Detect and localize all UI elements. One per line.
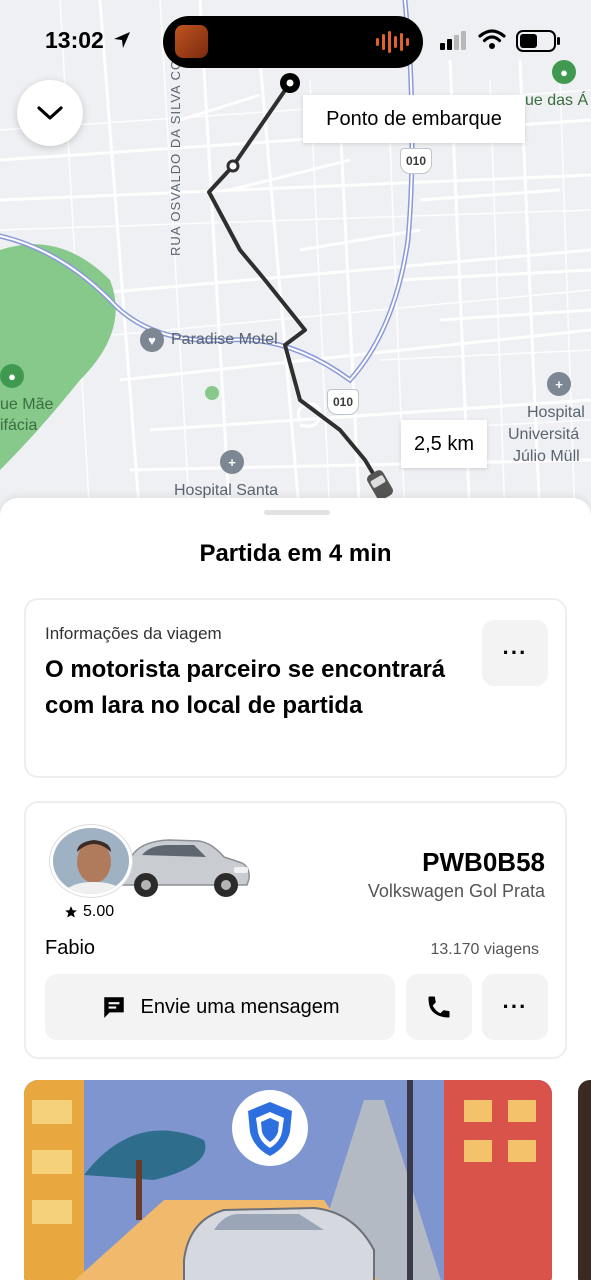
license-plate: PWB0B58 [422,847,545,877]
place-label: ue Mãe [0,396,54,413]
pickup-callout[interactable]: Ponto de embarque [303,95,525,143]
status-bar: 13:02 [0,0,591,80]
safety-illustration [24,1080,552,1280]
now-playing-artwork [175,25,208,58]
status-time: 13:02 [45,27,104,53]
send-message-button[interactable]: Envie uma mensagem [45,974,395,1040]
chevron-down-icon [37,106,63,120]
departure-title: Partida em 4 min [199,540,392,567]
map-view[interactable]: RUA OSVALDO DA SILVA CORREA 010 010 ♥ Pa… [0,0,591,520]
car-image [114,823,252,907]
message-icon [103,997,124,1018]
place-label: ue das Á [525,92,589,109]
driver-avatar[interactable] [50,825,132,897]
hospital-icon[interactable]: + [220,450,244,474]
sheet-grabber[interactable] [264,510,330,515]
next-promo-card[interactable] [578,1080,591,1280]
location-arrow-icon [114,32,130,48]
place-label: Júlio Müll [513,448,580,465]
audio-waveform-icon [376,30,409,54]
distance-callout: 2,5 km [401,420,487,468]
battery-icon [516,30,560,52]
phone-icon [428,996,450,1018]
driver-name: Fabio [45,937,96,959]
trip-info-card: Informações da viagem O motorista parcei… [24,598,567,778]
place-label: Hospital [527,404,585,421]
send-message-label: Envie uma mensagem [140,995,340,1018]
cellular-signal-icon [440,31,466,50]
driver-rating: 5.00 [56,899,123,925]
wifi-icon [478,29,506,49]
park-icon[interactable]: ● [0,364,24,388]
driver-card: 5.00 PWB0B58 Volkswagen Gol Prata Fabio … [24,801,567,1059]
driver-more-button[interactable]: ··· [482,974,548,1040]
place-label: Universitá [508,426,580,443]
driver-trip-count: 13.170 viagens [430,941,539,958]
more-icon: ··· [502,994,528,1019]
star-icon [65,906,77,918]
place-label: ifácia [0,417,38,434]
more-icon: ··· [502,640,528,665]
road-shield: 010 [327,389,359,415]
place-label: Paradise Motel [171,331,278,348]
trip-more-button[interactable]: ··· [482,620,548,686]
road-shield: 010 [400,148,432,174]
trip-info-label: Informações da viagem [45,624,222,643]
trip-info-message: O motorista parceiro se encontrará com l… [45,656,446,719]
rating-value: 5.00 [83,903,115,920]
car-graphic [118,839,250,897]
collapse-button[interactable] [17,80,83,146]
trip-sheet: Partida em 4 min Informações da viagem O… [0,498,591,1280]
call-button[interactable] [406,974,472,1040]
safety-promo-card[interactable] [24,1080,552,1280]
dynamic-island[interactable] [163,16,423,68]
car-model: Volkswagen Gol Prata [367,881,545,901]
hospital-icon[interactable]: + [547,372,571,396]
motel-icon[interactable]: ♥ [140,328,164,352]
